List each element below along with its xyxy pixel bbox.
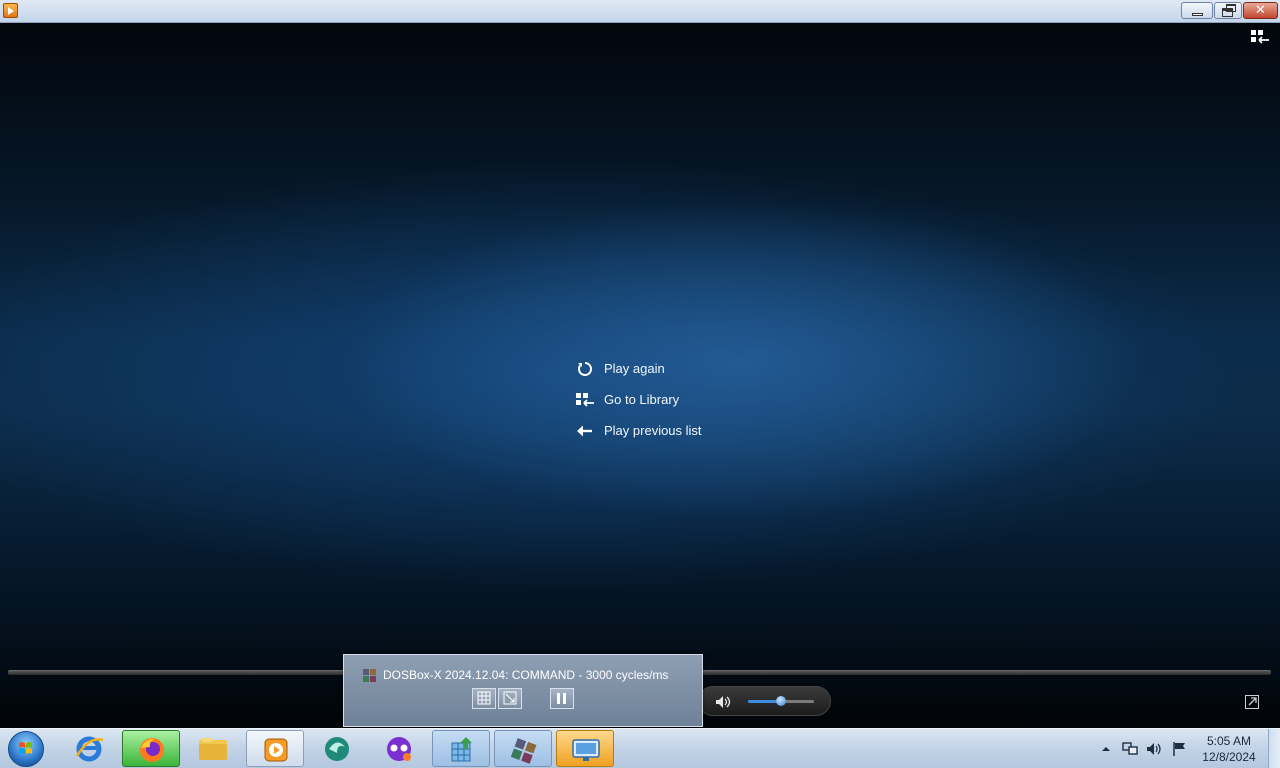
play-again-label: Play again (604, 361, 665, 376)
taskbar-dosbox[interactable] (494, 730, 552, 767)
show-desktop-button[interactable] (1268, 729, 1280, 768)
taskbar-installer[interactable] (432, 730, 490, 767)
speaker-icon[interactable] (715, 695, 731, 709)
remote-desktop-icon (572, 739, 600, 761)
minimize-icon (1192, 13, 1203, 16)
fullscreen-icon[interactable] (1245, 695, 1259, 709)
taskbar-thumbnail-preview[interactable]: DOSBox-X 2024.12.04: COMMAND - 3000 cycl… (343, 654, 703, 727)
switch-to-library-icon[interactable] (1251, 30, 1269, 46)
action-center-flag-icon[interactable] (1171, 741, 1187, 757)
volume-control (698, 686, 831, 716)
internet-explorer-icon (75, 736, 104, 762)
screen: ✕ Play again Go to Library Play previous… (0, 0, 1280, 768)
library-icon (576, 392, 594, 407)
end-of-playback-menu: Play again Go to Library Play previous l… (576, 353, 702, 446)
dosbox-icon (510, 738, 537, 764)
resize-icon (503, 691, 517, 705)
video-area[interactable]: Play again Go to Library Play previous l… (0, 23, 1280, 728)
replay-icon (578, 361, 592, 376)
minimize-button[interactable] (1181, 2, 1213, 19)
clock-time: 5:05 AM (1206, 734, 1252, 748)
taskbar: 5:05 AM 12/8/2024 (0, 728, 1280, 768)
taskbar-file-explorer[interactable] (184, 730, 242, 767)
restore-button[interactable] (1214, 2, 1242, 19)
window-title-bar[interactable]: ✕ (0, 0, 1280, 23)
file-explorer-icon (199, 738, 227, 760)
taskbar-media-player[interactable] (246, 730, 304, 767)
thumbnail-resize-button[interactable] (498, 688, 522, 709)
app-mask-icon (387, 737, 411, 761)
taskbar-app-mask[interactable] (370, 730, 428, 767)
close-icon: ✕ (1255, 2, 1266, 17)
windows-logo-icon (19, 742, 32, 754)
thumbnail-pause-button[interactable] (550, 688, 574, 709)
go-to-library-link[interactable]: Go to Library (576, 384, 702, 415)
go-to-library-label: Go to Library (604, 392, 680, 407)
taskbar-app-swirl[interactable] (308, 730, 366, 767)
app-swirl-icon (325, 737, 349, 761)
show-hidden-icons-icon[interactable] (1100, 743, 1112, 755)
volume-icon[interactable] (1146, 741, 1162, 757)
back-arrow-icon (577, 425, 592, 436)
media-player-icon (264, 738, 288, 762)
volume-thumb[interactable] (776, 696, 786, 706)
firefox-icon (140, 738, 164, 762)
restore-icon-front (1222, 8, 1233, 17)
close-button[interactable]: ✕ (1243, 2, 1278, 19)
play-previous-list-link[interactable]: Play previous list (576, 415, 702, 446)
dosbox-icon (363, 669, 376, 682)
volume-slider[interactable] (748, 696, 814, 706)
thumbnail-title: DOSBox-X 2024.12.04: COMMAND - 3000 cycl… (383, 668, 669, 682)
taskbar-remote-desktop[interactable] (556, 730, 614, 767)
installer-icon (451, 737, 472, 762)
system-clock[interactable]: 5:05 AM 12/8/2024 (1196, 733, 1262, 765)
play-previous-list-label: Play previous list (604, 423, 702, 438)
taskbar-internet-explorer[interactable] (60, 730, 118, 767)
media-player-icon (3, 3, 18, 18)
grid-icon (477, 691, 491, 705)
start-button[interactable] (8, 731, 44, 767)
taskbar-firefox[interactable] (122, 730, 180, 767)
clock-date: 12/8/2024 (1202, 750, 1256, 764)
network-icon[interactable] (1122, 741, 1138, 757)
pause-icon (557, 693, 566, 704)
play-again-link[interactable]: Play again (576, 353, 702, 384)
thumbnail-grid-button[interactable] (472, 688, 496, 709)
